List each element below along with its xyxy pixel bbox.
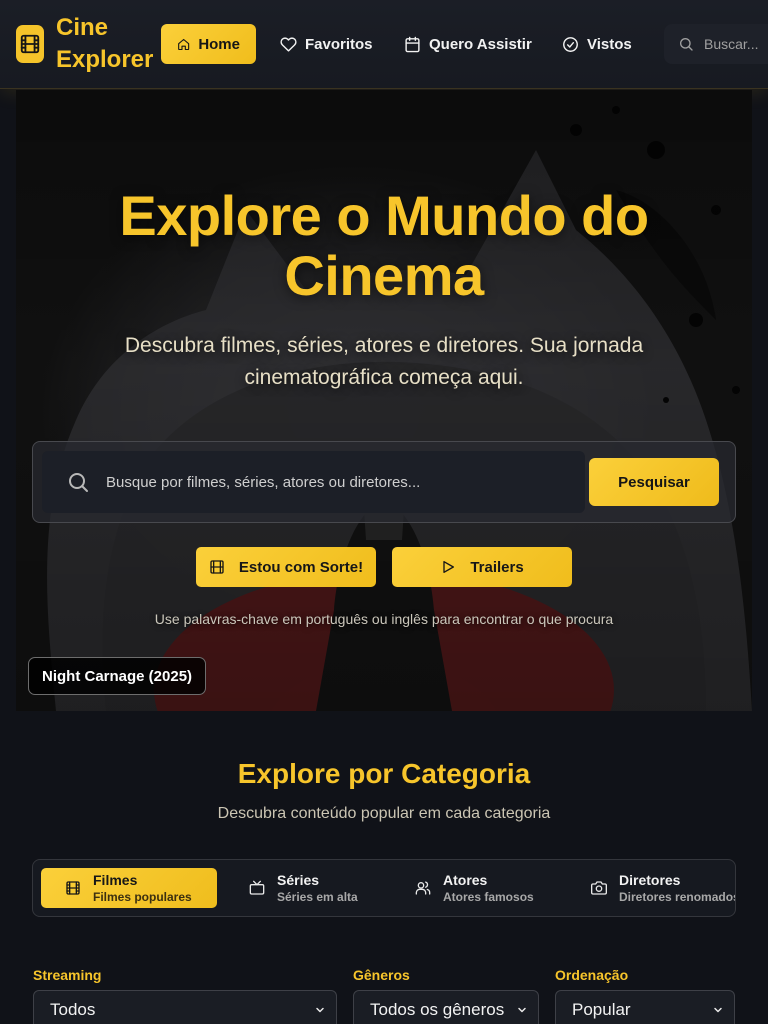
categories-subtitle: Descubra conteúdo popular em cada catego… [217, 805, 551, 822]
home-icon [178, 38, 190, 50]
nav-watched-label: Vistos [587, 35, 632, 53]
trailers-button-label: Trailers [470, 558, 524, 576]
calendar-icon [405, 36, 420, 52]
streaming-select[interactable]: Todos [33, 990, 337, 1024]
nav-home-label: Home [198, 35, 240, 53]
header-search-field[interactable]: Buscar... [664, 24, 768, 64]
tab-movies-label: Filmes [93, 872, 138, 888]
tab-series[interactable]: Séries Séries em alta [241, 868, 358, 908]
nav-favorites-label: Favoritos [305, 35, 373, 53]
header-search-placeholder: Buscar... [704, 36, 759, 52]
check-circle-icon [563, 36, 578, 52]
order-filter-label: Ordenação [555, 967, 629, 983]
search-submit-button[interactable]: Pesquisar [589, 458, 719, 506]
hero-section: Explore o Mundo do Cinema Descubra filme… [16, 90, 752, 711]
brand[interactable]: Cine Explorer [16, 14, 156, 74]
brand-line-1: Cine [56, 14, 109, 41]
streaming-filter-label: Streaming [33, 967, 102, 983]
camera-icon [591, 881, 607, 895]
search-icon [680, 38, 693, 51]
streaming-select-value: Todos [50, 1000, 96, 1019]
hero-title: Explore o Mundo do Cinema [119, 184, 649, 307]
nav-watchlist-label: Quero Assistir [429, 35, 532, 53]
genres-select-value: Todos os gêneros [370, 1000, 505, 1019]
hero-search-input[interactable] [106, 467, 576, 497]
top-navbar: Cine Explorer Home Favoritos Quero Assis… [0, 0, 768, 89]
tv-icon [249, 880, 265, 895]
chevron-down-icon [714, 1007, 722, 1013]
genres-filter-label: Gêneros [353, 967, 410, 983]
order-select[interactable]: Popular [555, 990, 735, 1024]
users-icon [415, 881, 431, 895]
lucky-button[interactable]: Estou com Sorte! [196, 547, 376, 587]
category-tabs: Filmes Filmes populares Séries Séries em… [32, 859, 736, 917]
film-icon [66, 881, 80, 895]
tab-movies[interactable]: Filmes Filmes populares [41, 868, 217, 908]
search-hint: Use palavras-chave em português ou inglê… [154, 611, 614, 627]
film-icon [210, 560, 224, 574]
categories-title: Explore por Categoria [237, 758, 531, 789]
play-icon [443, 561, 455, 573]
film-logo-icon [16, 25, 44, 63]
brand-name: Cine Explorer [56, 12, 156, 76]
hero-search-panel: Pesquisar [32, 441, 736, 523]
tab-movies-desc: Filmes populares [93, 890, 192, 904]
tab-actors-desc: Atores famosos [443, 890, 534, 904]
nav-home-button[interactable]: Home [161, 24, 256, 64]
nav-favorites-button[interactable]: Favoritos [264, 24, 389, 64]
lucky-button-label: Estou com Sorte! [238, 558, 364, 576]
order-select-value: Popular [572, 1000, 631, 1019]
hero-search-field[interactable] [42, 451, 585, 513]
trailers-button[interactable]: Trailers [392, 547, 572, 587]
chevron-down-icon [316, 1007, 324, 1013]
tab-actors[interactable]: Atores Atores famosos [407, 868, 534, 908]
brand-line-2: Explorer [56, 46, 154, 73]
featured-title-badge[interactable]: Night Carnage (2025) [28, 657, 207, 695]
tab-directors[interactable]: Diretores Diretores renomados [583, 868, 736, 908]
genres-select[interactable]: Todos os gêneros [353, 990, 539, 1024]
heart-icon [280, 36, 297, 52]
search-icon [69, 473, 88, 492]
tab-series-label: Séries [277, 872, 320, 888]
tab-directors-desc: Diretores renomados [619, 890, 736, 904]
tab-series-desc: Séries em alta [277, 890, 358, 904]
nav-watchlist-button[interactable]: Quero Assistir [388, 24, 548, 64]
tab-actors-label: Atores [443, 872, 488, 888]
nav-watched-button[interactable]: Vistos [546, 24, 648, 64]
chevron-down-icon [518, 1007, 526, 1013]
hero-subtitle: Descubra filmes, séries, atores e direto… [124, 334, 644, 389]
tab-directors-label: Diretores [619, 872, 681, 888]
